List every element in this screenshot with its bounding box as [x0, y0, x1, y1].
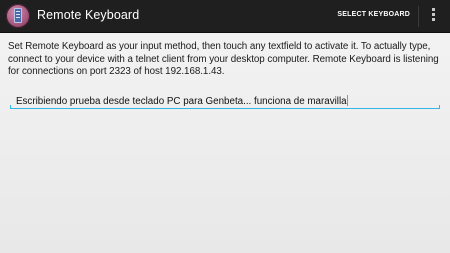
text-input-value: Escribiendo prueba desde teclado PC para… [16, 95, 348, 107]
keyboard-glyph-icon [14, 8, 22, 23]
text-cursor [346, 95, 348, 106]
overflow-menu-icon[interactable] [430, 8, 436, 25]
remote-keyboard-app-icon[interactable] [6, 4, 30, 28]
text-input-field[interactable]: Escribiendo prueba desde teclado PC para… [10, 93, 440, 109]
field-underline-tick-right [439, 105, 440, 109]
action-bar-divider [418, 6, 419, 27]
app-screen: Remote Keyboard SELECT KEYBOARD Set Remo… [0, 0, 450, 253]
app-title: Remote Keyboard [37, 8, 140, 22]
action-bar: Remote Keyboard SELECT KEYBOARD [0, 0, 450, 33]
text-input-content: Escribiendo prueba desde teclado PC para… [16, 96, 347, 107]
select-keyboard-button[interactable]: SELECT KEYBOARD [337, 11, 410, 18]
field-underline [10, 108, 440, 109]
instructions-text: Set Remote Keyboard as your input method… [8, 41, 439, 77]
